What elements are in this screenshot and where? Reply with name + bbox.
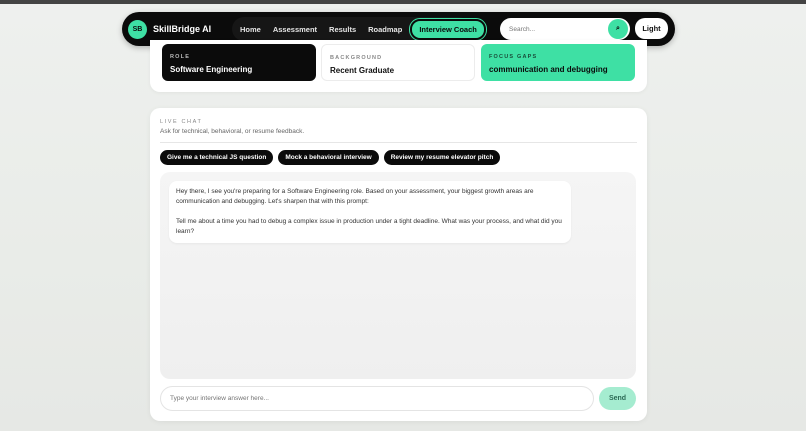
role-value: Software Engineering <box>170 65 253 74</box>
nav-links: Home Assessment Results Roadmap Intervie… <box>232 17 487 41</box>
chip-resume-pitch[interactable]: Review my resume elevator pitch <box>383 150 501 165</box>
background-value: Recent Graduate <box>330 66 395 75</box>
focus-gaps-stat: FOCUS GAPS communication and debugging <box>481 44 635 81</box>
logo-badge: SB <box>128 19 147 39</box>
search-box: ⌕ <box>500 18 630 40</box>
background-stat: BACKGROUND Recent Graduate <box>321 44 475 81</box>
brand-name: SkillBridge AI <box>153 24 212 34</box>
chat-subtitle: Ask for technical, behavioral, or resume… <box>160 128 305 135</box>
chat-eyebrow: LIVE CHAT <box>160 119 203 125</box>
live-chat-card: LIVE CHAT Ask for technical, behavioral,… <box>150 108 647 421</box>
window-top-edge <box>0 0 806 4</box>
message-paragraph: Tell me about a time you had to debug a … <box>176 218 562 235</box>
role-label: ROLE <box>170 54 191 60</box>
answer-input[interactable] <box>170 395 580 402</box>
nav-assessment[interactable]: Assessment <box>267 25 323 34</box>
nav-results[interactable]: Results <box>323 25 362 34</box>
send-button[interactable]: Send <box>599 387 636 410</box>
divider <box>160 142 637 143</box>
search-icon: ⌕ <box>616 25 620 32</box>
background-label: BACKGROUND <box>330 55 383 61</box>
role-stat: ROLE Software Engineering <box>162 44 316 81</box>
chip-technical-js[interactable]: Give me a technical JS question <box>160 150 274 165</box>
search-input[interactable] <box>509 25 599 33</box>
chat-messages[interactable]: Hey there, I see you're preparing for a … <box>160 172 636 379</box>
coach-message: Hey there, I see you're preparing for a … <box>169 181 571 243</box>
search-button[interactable]: ⌕ <box>608 19 628 39</box>
message-paragraph: Hey there, I see you're preparing for a … <box>176 188 534 205</box>
nav-roadmap[interactable]: Roadmap <box>362 25 408 34</box>
theme-toggle-button[interactable]: Light <box>635 18 668 39</box>
nav-home[interactable]: Home <box>234 25 267 34</box>
quick-prompts: Give me a technical JS question Mock a b… <box>160 150 501 165</box>
answer-composer <box>160 386 594 411</box>
focus-gaps-label: FOCUS GAPS <box>489 54 538 60</box>
nav-interview-coach[interactable]: Interview Coach <box>409 17 487 41</box>
focus-gaps-value: communication and debugging <box>489 65 608 74</box>
chip-behavioral[interactable]: Mock a behavioral interview <box>278 150 379 165</box>
brand-logo[interactable]: SB SkillBridge AI <box>128 19 212 39</box>
profile-summary-card: ROLE Software Engineering BACKGROUND Rec… <box>150 40 647 92</box>
